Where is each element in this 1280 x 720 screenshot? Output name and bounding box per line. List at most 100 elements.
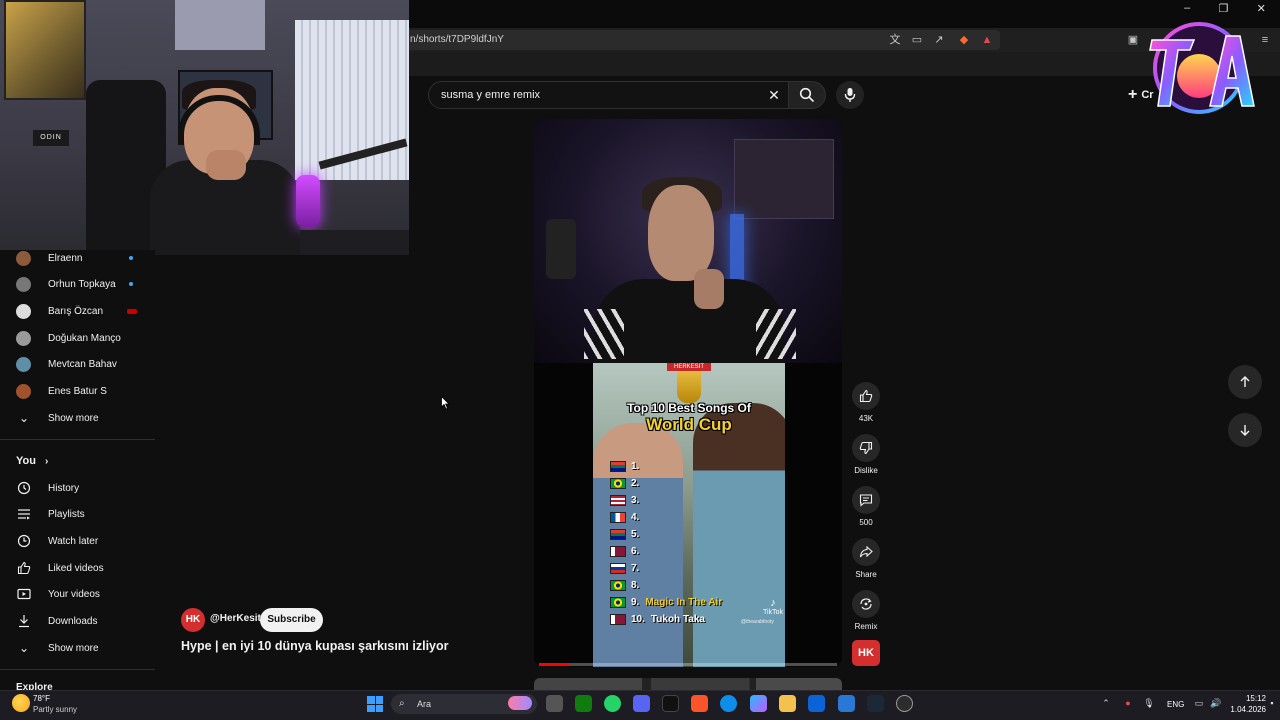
- sidebar-item-liked-videos[interactable]: Liked videos: [0, 555, 155, 581]
- you-section-header[interactable]: You ›: [16, 455, 48, 467]
- flag-icon: [610, 511, 626, 523]
- file-explorer-icon[interactable]: [779, 695, 796, 712]
- language-indicator[interactable]: ENG: [1167, 700, 1184, 709]
- flag-icon: [610, 528, 626, 540]
- remix-button[interactable]: Remix: [850, 590, 882, 631]
- tray-app-icon[interactable]: ●: [1122, 697, 1134, 709]
- subscription-name: Orhun Topkaya: [48, 278, 116, 290]
- sidebar-item-label: Your videos: [48, 588, 100, 600]
- steam-icon[interactable]: [867, 695, 884, 712]
- ranking-row: 5.: [610, 526, 639, 542]
- show-more-label: Show more: [48, 412, 99, 424]
- next-short-preview[interactable]: [534, 678, 842, 690]
- flag-icon: [610, 477, 626, 489]
- app-icon[interactable]: [662, 695, 679, 712]
- sidebar-subscription-item[interactable]: Elraenn: [0, 245, 155, 271]
- sidebar-divider: [0, 669, 155, 670]
- video-progress-bar[interactable]: [539, 663, 837, 666]
- sidebar-subscription-item[interactable]: Enes Batur S: [0, 378, 155, 404]
- search-icon: ⌕: [399, 698, 405, 709]
- dislike-button[interactable]: Dislike: [850, 434, 882, 475]
- new-content-dot: [129, 256, 133, 260]
- chrome-icon[interactable]: [896, 695, 913, 712]
- store-icon[interactable]: [838, 695, 855, 712]
- flag-icon: [610, 579, 626, 591]
- previous-short-button[interactable]: [1228, 365, 1262, 399]
- next-short-button[interactable]: [1228, 413, 1262, 447]
- search-highlight-icon: [508, 696, 532, 710]
- browser-menu-icon[interactable]: ≡: [1258, 33, 1272, 47]
- sidebar-item-label: History: [48, 482, 80, 494]
- subscriptions-show-more[interactable]: ⌄ Show more: [0, 405, 155, 431]
- task-view-icon[interactable]: [546, 695, 563, 712]
- share-page-icon[interactable]: ↗: [932, 33, 946, 47]
- edge-icon[interactable]: [720, 695, 737, 712]
- ranking-row: 1.: [610, 458, 639, 474]
- notification-icon[interactable]: ▪: [1266, 697, 1278, 709]
- ranking-song: Tukoh Taka: [650, 613, 705, 625]
- channel-avatar[interactable]: HK: [181, 608, 205, 632]
- channel-handle[interactable]: @HerKesit: [210, 613, 261, 624]
- like-button[interactable]: 43K: [850, 382, 882, 423]
- brave-browser-icon[interactable]: [691, 695, 708, 712]
- thumbs-up-icon: [16, 560, 32, 576]
- brave-shield-icon[interactable]: ◆: [957, 33, 971, 47]
- clock-date[interactable]: 1.04.2026: [1220, 705, 1266, 714]
- copilot-icon[interactable]: [750, 695, 767, 712]
- playlists-icon: [16, 506, 32, 522]
- ranking-row: 9. Magic In The Air: [610, 594, 722, 610]
- discord-icon[interactable]: [633, 695, 650, 712]
- partly-sunny-icon[interactable]: [12, 694, 30, 712]
- outlook-icon[interactable]: [808, 695, 825, 712]
- sidebar-subscription-item[interactable]: Orhun Topkaya: [0, 271, 155, 297]
- search-input[interactable]: susma y emre remix: [428, 81, 790, 109]
- avatar: [16, 276, 31, 292]
- sidebar-subscription-item[interactable]: Barış Özcan: [0, 298, 155, 324]
- xbox-icon[interactable]: [575, 695, 592, 712]
- sidebar-item-history[interactable]: History: [0, 475, 155, 501]
- weather-description[interactable]: Partly sunny: [33, 705, 77, 714]
- live-indicator: [127, 308, 137, 314]
- subscribe-button[interactable]: Subscribe: [260, 608, 323, 632]
- ranking-number: 3.: [631, 494, 640, 506]
- avatar: [16, 303, 31, 319]
- flag-icon: [610, 596, 626, 608]
- sidebar-item-watch-later[interactable]: Watch later: [0, 528, 155, 554]
- sidebar-subscription-item[interactable]: Mevtcan Bahav: [0, 351, 155, 377]
- avatar: [16, 383, 31, 399]
- sidebar-item-downloads[interactable]: Downloads: [0, 608, 155, 634]
- brave-rewards-icon[interactable]: ▲: [980, 33, 994, 47]
- voice-search-button[interactable]: [836, 81, 864, 109]
- whatsapp-icon[interactable]: [604, 695, 621, 712]
- ranking-song: Magic In The Air: [645, 596, 723, 608]
- translate-icon[interactable]: 文: [888, 33, 902, 47]
- sidebar-item-your-videos[interactable]: Your videos: [0, 581, 155, 607]
- cast-icon[interactable]: ▭: [910, 33, 924, 47]
- weather-temperature[interactable]: 78°F: [33, 694, 50, 703]
- flag-icon: [610, 613, 626, 625]
- sidebar-subscription-item[interactable]: Doğukan Manço: [0, 325, 155, 351]
- ranking-number: 1.: [631, 460, 640, 472]
- share-button[interactable]: Share: [850, 538, 882, 579]
- short-title[interactable]: Hype | en iyi 10 dünya kupası şarkısını …: [181, 639, 521, 653]
- ranking-number: 7.: [631, 562, 640, 574]
- search-button[interactable]: [788, 81, 826, 109]
- search-icon: [799, 87, 815, 103]
- chevron-up-icon[interactable]: ⌃: [1100, 697, 1112, 709]
- webcam-sign: ODIN: [33, 130, 69, 146]
- you-show-more[interactable]: ⌄ Show more: [0, 635, 155, 661]
- close-window-icon[interactable]: ✕: [1257, 2, 1266, 22]
- windows-start-icon[interactable]: [367, 696, 383, 712]
- microphone-icon[interactable]: 🎙: [1143, 697, 1155, 709]
- comments-button[interactable]: 500: [850, 486, 882, 527]
- display-icon[interactable]: ▭: [1193, 697, 1205, 709]
- channel-mini-avatar[interactable]: HK: [852, 640, 880, 666]
- explore-header: Explore: [16, 682, 53, 690]
- sidebar-toggle-icon[interactable]: ▣: [1126, 33, 1140, 47]
- sidebar-item-label: Downloads: [48, 615, 98, 627]
- watch-later-icon: [16, 533, 32, 549]
- clear-search-icon[interactable]: ✕: [765, 86, 783, 104]
- clock-time[interactable]: 15:12: [1226, 694, 1266, 703]
- sidebar-item-playlists[interactable]: Playlists: [0, 501, 155, 527]
- short-video-player[interactable]: HERKESİT Top 10 Best Songs Of World Cup …: [534, 119, 842, 667]
